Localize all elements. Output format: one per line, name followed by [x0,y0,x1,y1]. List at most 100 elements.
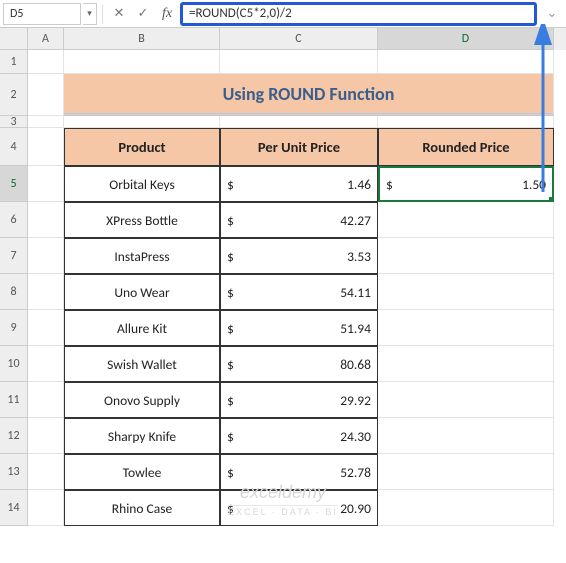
cell-rounded[interactable] [378,382,554,418]
grid-row: 1 [0,50,566,74]
cell-rounded[interactable]: $1.50 [378,166,554,202]
table-row: 13 Towlee$52.78 [0,454,566,490]
grid-row: 3 [0,116,566,128]
cell-product[interactable]: Orbital Keys [64,166,220,202]
row-header-2[interactable]: 2 [0,74,28,116]
col-header-c[interactable]: C [220,28,378,50]
fx-button[interactable]: fx [156,3,178,25]
cell[interactable] [28,74,64,116]
cell-price[interactable]: $42.27 [220,202,378,238]
row-header-12[interactable]: 12 [0,418,28,454]
cell[interactable] [28,418,64,454]
cell-rounded[interactable] [378,346,554,382]
select-all-triangle[interactable] [0,28,28,50]
cell-price[interactable]: $80.68 [220,346,378,382]
cancel-button[interactable]: ✕ [108,3,130,25]
cell-price[interactable]: $51.94 [220,310,378,346]
cell-product[interactable]: Swish Wallet [64,346,220,382]
cell[interactable] [64,50,220,74]
row-header-3[interactable]: 3 [0,116,28,128]
col-header-a[interactable]: A [28,28,64,50]
name-box-dropdown[interactable]: ▾ [83,3,97,25]
row-header-8[interactable]: 8 [0,274,28,310]
cell-price[interactable]: $1.46 [220,166,378,202]
cell-rounded[interactable] [378,418,554,454]
cell[interactable] [28,346,64,382]
cell[interactable] [378,116,554,128]
table-row: 11 Onovo Supply$29.92 [0,382,566,418]
separator [102,5,103,23]
row-header-1[interactable]: 1 [0,50,28,74]
cell[interactable] [28,166,64,202]
cell-rounded[interactable] [378,310,554,346]
row-header-14[interactable]: 14 [0,490,28,526]
cell[interactable] [378,50,554,74]
row-header-7[interactable]: 7 [0,238,28,274]
confirm-button[interactable]: ✓ [132,3,154,25]
row-header-13[interactable]: 13 [0,454,28,490]
cell-product[interactable]: Rhino Case [64,490,220,526]
row-header-11[interactable]: 11 [0,382,28,418]
row-header-5[interactable]: 5 [0,166,28,202]
formula-input[interactable]: =ROUND(C5*2,0)/2 [180,2,537,26]
grid-row: 4 Product Per Unit Price Rounded Price [0,128,566,166]
col-header-d[interactable]: D [378,28,554,50]
cell-rounded[interactable] [378,454,554,490]
cell-price[interactable]: $52.78 [220,454,378,490]
title-text: Using ROUND Function [223,83,395,105]
cell[interactable] [64,116,220,128]
table-row: 14 Rhino Case$20.90 [0,490,566,526]
table-header-product[interactable]: Product [64,128,220,166]
cell-product[interactable]: Uno Wear [64,274,220,310]
cell[interactable] [28,274,64,310]
table-row: 10 Swish Wallet$80.68 [0,346,566,382]
cell[interactable] [28,490,64,526]
cell-price[interactable]: $3.53 [220,238,378,274]
cancel-icon: ✕ [114,6,125,21]
name-box-value: D5 [10,7,23,21]
table-row: 8 Uno Wear$54.11 [0,274,566,310]
row-header-9[interactable]: 9 [0,310,28,346]
cell-product[interactable]: Allure Kit [64,310,220,346]
cell-price[interactable]: $54.11 [220,274,378,310]
check-icon: ✓ [138,6,149,21]
cell[interactable] [28,202,64,238]
cell[interactable] [28,238,64,274]
cell-product[interactable]: XPress Bottle [64,202,220,238]
fx-icon: fx [162,6,172,22]
fill-handle[interactable] [549,197,554,202]
chevron-down-icon: ▾ [87,8,92,19]
table-header-price[interactable]: Per Unit Price [220,128,378,166]
cell-product[interactable]: InstaPress [64,238,220,274]
expand-icon: ⌄ [547,6,558,21]
cell-product[interactable]: Sharpy Knife [64,418,220,454]
cell[interactable] [28,128,64,166]
cell-rounded[interactable] [378,490,554,526]
cell[interactable] [220,116,378,128]
cell-price[interactable]: $29.92 [220,382,378,418]
spreadsheet-grid: A B C D 1 2 Using ROUND Function 3 4 Pro… [0,28,566,526]
row-header-4[interactable]: 4 [0,128,28,166]
row-header-10[interactable]: 10 [0,346,28,382]
table-header-rounded[interactable]: Rounded Price [378,128,554,166]
cell[interactable] [28,116,64,128]
cell[interactable] [28,382,64,418]
cell-product[interactable]: Onovo Supply [64,382,220,418]
cell[interactable] [28,50,64,74]
cell[interactable] [28,454,64,490]
title-cell[interactable]: Using ROUND Function [64,74,554,116]
cell-rounded[interactable] [378,238,554,274]
cell[interactable] [220,50,378,74]
cell-price[interactable]: $20.90 [220,490,378,526]
cell-rounded[interactable] [378,202,554,238]
cell-price[interactable]: $24.30 [220,418,378,454]
cell-product[interactable]: Towlee [64,454,220,490]
formula-expand-button[interactable]: ⌄ [541,3,563,25]
col-header-b[interactable]: B [64,28,220,50]
cell-rounded[interactable] [378,274,554,310]
row-header-6[interactable]: 6 [0,202,28,238]
cell[interactable] [28,310,64,346]
table-row: 5 Orbital Keys$1.46$1.50 [0,166,566,202]
name-box[interactable]: D5 [3,3,81,25]
formula-bar: D5 ▾ ✕ ✓ fx =ROUND(C5*2,0)/2 ⌄ [0,0,566,28]
